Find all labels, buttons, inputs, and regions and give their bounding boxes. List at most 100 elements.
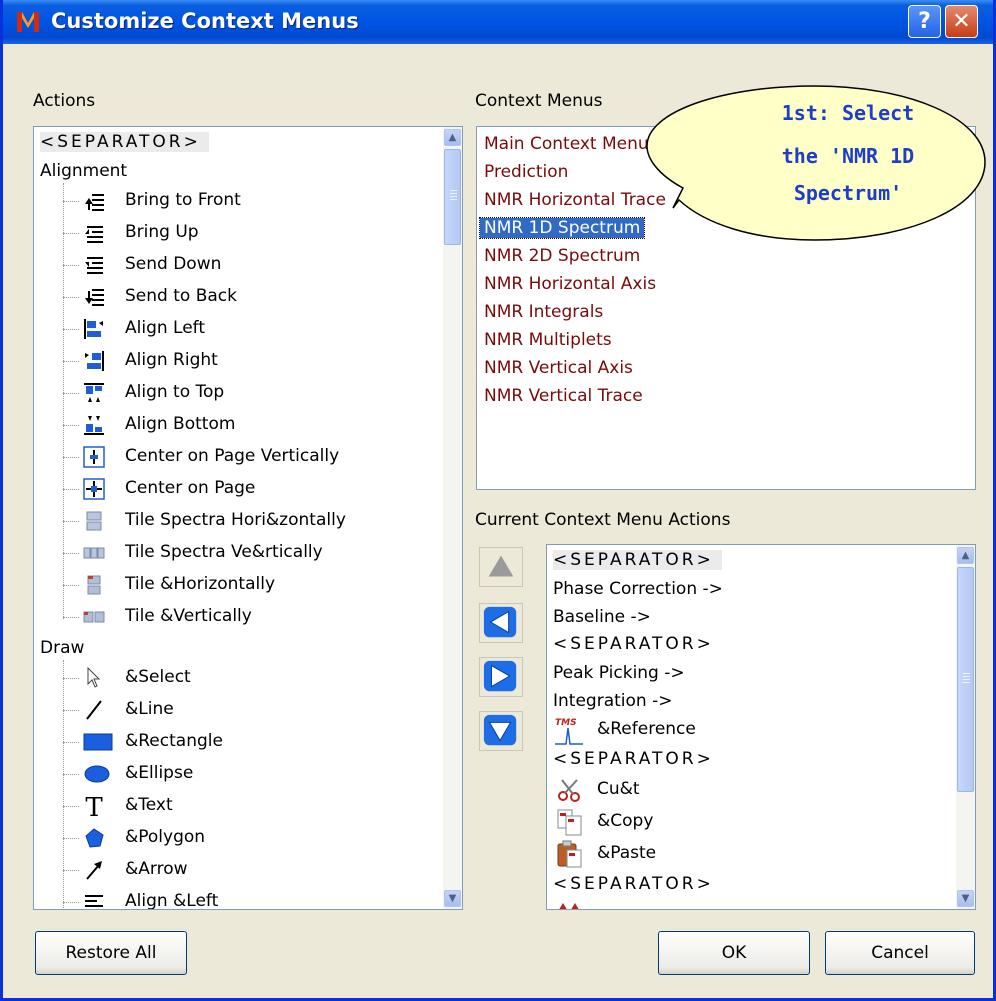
separator-item[interactable]: <SEPARATOR>: [553, 749, 714, 769]
svg-text:TMS: TMS: [555, 718, 577, 728]
move-down-button[interactable]: [479, 711, 523, 751]
tree-branch: [63, 457, 79, 458]
action-item[interactable]: Center on Page Vertically: [125, 446, 339, 466]
context-menu-item-selected[interactable]: NMR 1D Spectrum: [478, 217, 646, 239]
close-button[interactable]: ✕: [945, 5, 978, 38]
separator-item[interactable]: <SEPARATOR>: [553, 874, 714, 894]
action-item[interactable]: Tile Spectra Hori&zontally: [125, 510, 346, 530]
tree-branch: [63, 742, 79, 743]
scroll-up-arrow-icon[interactable]: ▲: [957, 547, 974, 564]
context-menu-item[interactable]: NMR Horizontal Axis: [484, 274, 656, 294]
send-to-back-icon: [85, 289, 104, 306]
current-action-item[interactable]: &Paste: [597, 843, 656, 863]
tile-spectra-vertically-icon: [83, 547, 105, 559]
group-alignment[interactable]: Alignment: [40, 161, 127, 181]
context-menu-item[interactable]: NMR Integrals: [484, 302, 603, 322]
action-item[interactable]: Center on Page: [125, 478, 255, 498]
context-menu-item[interactable]: NMR 2D Spectrum: [484, 246, 640, 266]
tree-branch: [63, 617, 79, 618]
context-menu-item[interactable]: NMR Multiplets: [484, 330, 612, 350]
scissors-icon: [558, 779, 580, 802]
action-item[interactable]: Send Down: [125, 254, 221, 274]
action-item[interactable]: Align &Left: [125, 891, 218, 909]
tree-branch: [63, 585, 79, 586]
action-item[interactable]: Tile &Vertically: [125, 606, 252, 626]
action-item[interactable]: &Arrow: [125, 859, 188, 879]
copy-icon: [557, 809, 582, 836]
action-item[interactable]: Align to Top: [125, 382, 224, 402]
align-right-icon: [85, 351, 104, 371]
action-item[interactable]: Align Left: [125, 318, 205, 338]
action-item[interactable]: Align Right: [125, 350, 218, 370]
current-actions-list[interactable]: <SEPARATOR> Phase Correction -> Baseline…: [546, 544, 976, 910]
action-item[interactable]: Send to Back: [125, 286, 237, 306]
context-menu-item[interactable]: NMR Vertical Trace: [484, 386, 643, 406]
title-bar[interactable]: Customize Context Menus ? ✕: [3, 0, 993, 44]
tree-branch: [63, 361, 79, 362]
scrollbar-thumb[interactable]: [957, 567, 974, 792]
polygon-icon: [85, 828, 104, 848]
context-menu-item[interactable]: Main Context Menu: [484, 134, 649, 154]
align-left-icon: [84, 319, 103, 339]
ellipse-icon: [84, 765, 110, 783]
current-action-item[interactable]: Cu&t: [597, 779, 640, 799]
svg-text:T: T: [85, 793, 103, 819]
action-item[interactable]: Tile &Horizontally: [125, 574, 275, 594]
action-item[interactable]: &Select: [125, 667, 191, 687]
help-button[interactable]: ?: [908, 5, 941, 38]
scroll-up-arrow-icon[interactable]: ▲: [444, 129, 461, 146]
current-action-item[interactable]: Phase Correction ->: [553, 579, 723, 599]
action-item[interactable]: Bring to Front: [125, 190, 241, 210]
reference-tms-icon: TMS: [555, 718, 583, 745]
tree-branch: [63, 265, 79, 266]
move-right-button[interactable]: [479, 657, 523, 697]
context-menu-item[interactable]: NMR Vertical Axis: [484, 358, 633, 378]
action-item[interactable]: &Text: [125, 795, 173, 815]
customize-context-menus-dialog: Customize Context Menus ? ✕ Actions <SEP…: [0, 0, 996, 1001]
action-item[interactable]: Bring Up: [125, 222, 199, 242]
separator-item[interactable]: <SEPARATOR>: [553, 634, 714, 654]
actions-scrollbar[interactable]: ▲ ▼: [443, 127, 462, 909]
current-action-item[interactable]: Peak Picking ->: [553, 663, 685, 683]
action-item[interactable]: &Polygon: [125, 827, 205, 847]
action-item[interactable]: Align Bottom: [125, 414, 235, 434]
action-item[interactable]: &Line: [125, 699, 174, 719]
context-menu-item[interactable]: NMR Horizontal Trace: [484, 190, 666, 210]
left-arrow-icon: [483, 606, 517, 638]
context-menus-label: Context Menus: [475, 91, 603, 111]
current-actions-scrollbar[interactable]: ▲ ▼: [956, 545, 975, 909]
current-action-item[interactable]: &Reference: [597, 719, 696, 739]
move-up-button[interactable]: [479, 547, 523, 587]
cancel-button[interactable]: Cancel: [825, 931, 975, 975]
align-bottom-icon: [84, 416, 104, 435]
group-draw[interactable]: Draw: [40, 638, 84, 658]
action-item[interactable]: &Rectangle: [125, 731, 223, 751]
tile-vertically-icon: [83, 611, 105, 623]
send-down-icon: [85, 257, 103, 274]
restore-all-button[interactable]: Restore All: [35, 931, 187, 975]
separator-item[interactable]: <SEPARATOR>: [553, 550, 722, 570]
scroll-down-arrow-icon[interactable]: ▼: [444, 890, 461, 907]
tree-branch: [63, 425, 79, 426]
tile-spectra-horizontally-icon: [86, 511, 102, 531]
action-item[interactable]: Tile Spectra Ve&rtically: [125, 542, 323, 562]
callout-line-3: Spectrum': [793, 181, 903, 205]
ok-button[interactable]: OK: [658, 931, 810, 975]
partial-item-icon: [559, 903, 579, 909]
context-menu-item[interactable]: Prediction: [484, 162, 568, 182]
move-left-button[interactable]: [479, 603, 523, 643]
current-action-item[interactable]: Baseline ->: [553, 607, 651, 627]
rectangle-icon: [83, 733, 113, 751]
text-t-icon: T: [85, 793, 103, 819]
current-action-item[interactable]: Integration ->: [553, 691, 672, 711]
tree-connector: [63, 660, 64, 909]
current-action-item[interactable]: &Copy: [597, 811, 653, 831]
separator-item[interactable]: <SEPARATOR>: [40, 132, 209, 152]
scroll-down-arrow-icon[interactable]: ▼: [957, 890, 974, 907]
actions-tree[interactable]: <SEPARATOR> Alignment Bring to Front Bri…: [33, 126, 463, 910]
down-arrow-icon: [483, 714, 517, 746]
actions-label: Actions: [33, 91, 96, 111]
scrollbar-thumb[interactable]: [444, 149, 461, 245]
action-item[interactable]: &Ellipse: [125, 763, 193, 783]
tree-branch: [63, 553, 79, 554]
